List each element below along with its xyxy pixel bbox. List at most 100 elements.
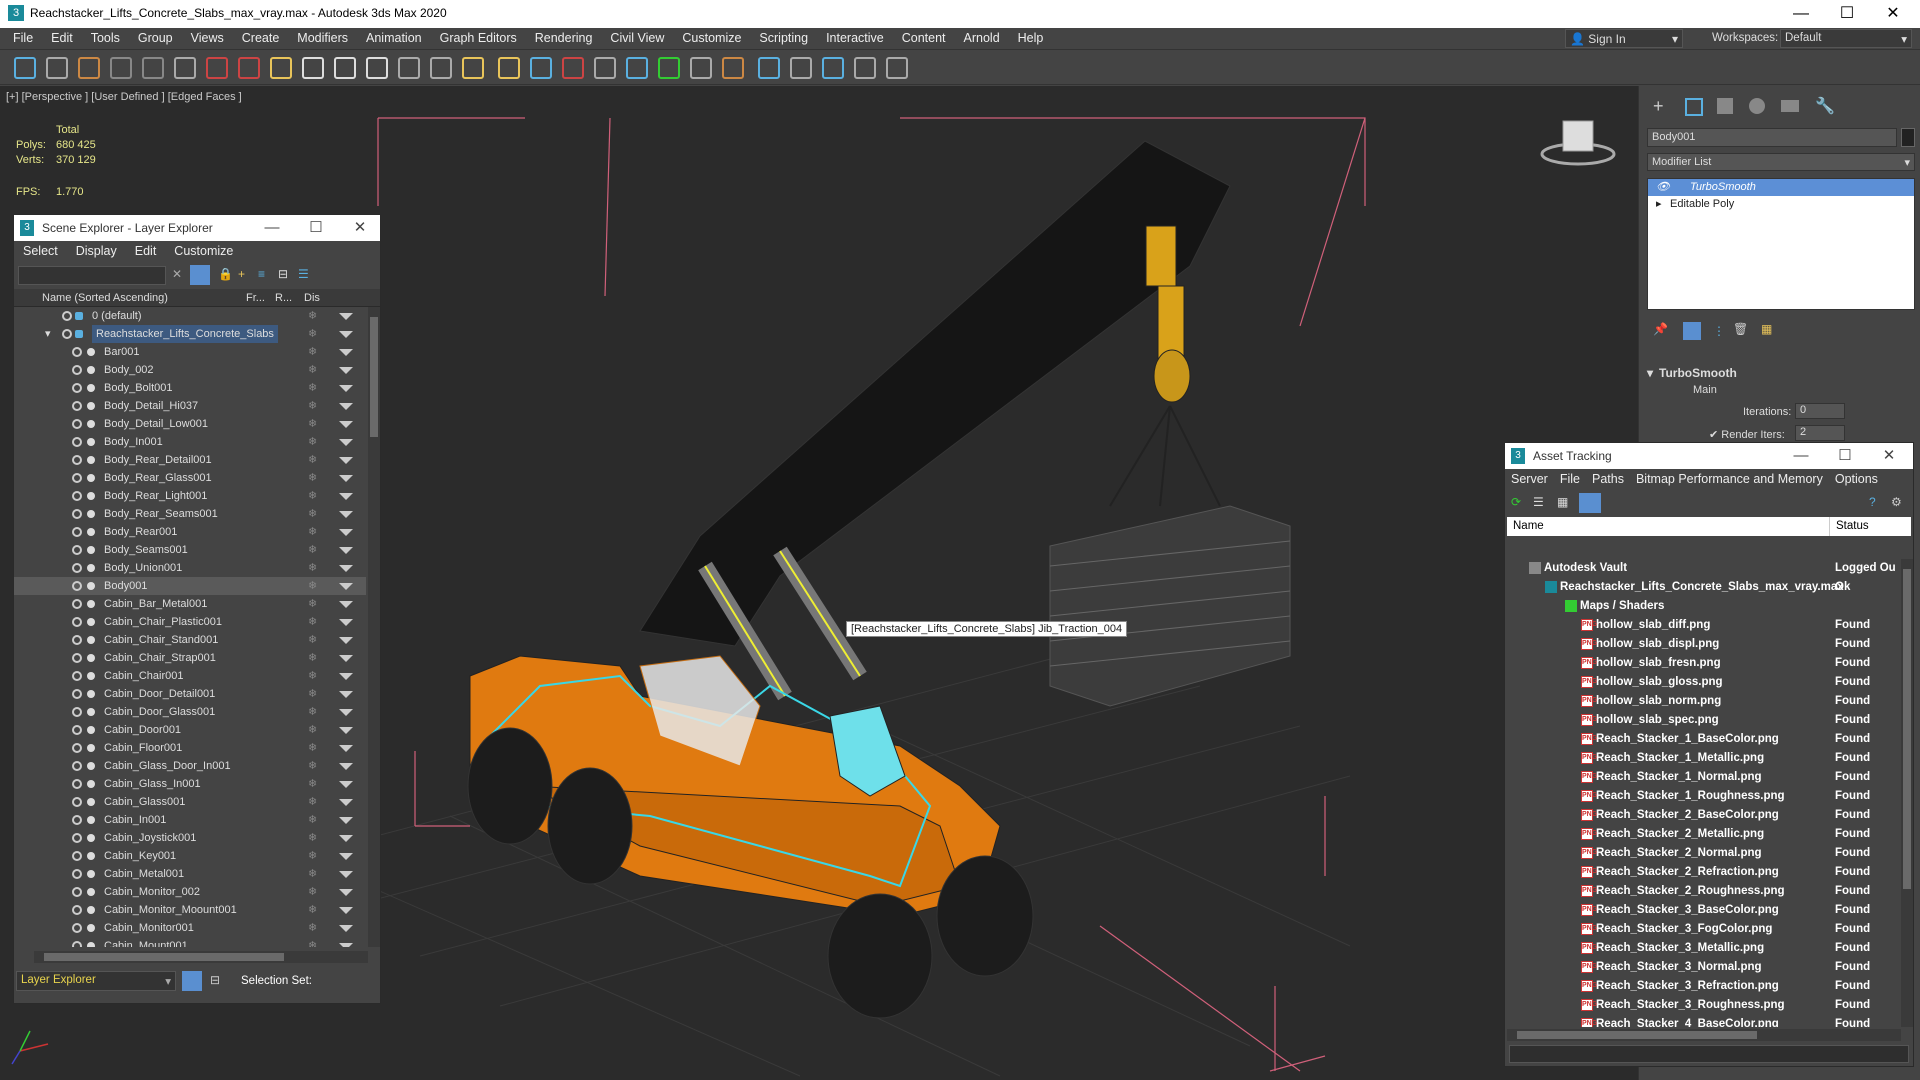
visibility-eye-icon[interactable] (72, 779, 82, 789)
expand-triangle-icon[interactable]: ▸ (1656, 196, 1662, 213)
menu-create[interactable]: Create (233, 28, 289, 48)
iterations-spinner[interactable]: 0 (1795, 403, 1845, 419)
asset-row[interactable]: PNGReach_Stacker_2_Metallic.png Found (1507, 825, 1901, 844)
renderable-icon[interactable] (339, 493, 353, 500)
modifier-list-dropdown[interactable]: Modifier List ▾ (1647, 153, 1915, 171)
menu-animation[interactable]: Animation (357, 28, 431, 48)
particle-icon[interactable] (594, 57, 616, 79)
renderable-icon[interactable] (339, 385, 353, 392)
scene-tree-row[interactable]: Body_Rear001 ❄ (14, 523, 366, 541)
hierarchy-tab-icon[interactable] (1717, 98, 1733, 114)
object-name-field[interactable]: Body001 (1647, 128, 1897, 147)
menu-modifiers[interactable]: Modifiers (288, 28, 357, 48)
freeze-icon[interactable]: ❄ (308, 775, 317, 793)
visibility-eye-icon[interactable] (72, 653, 82, 663)
expand-triangle-icon[interactable]: ▾ (45, 325, 51, 343)
renderable-icon[interactable] (339, 637, 353, 644)
renderable-icon[interactable] (339, 835, 353, 842)
freeze-icon[interactable]: ❄ (308, 325, 317, 343)
menu-help[interactable]: Help (1009, 28, 1053, 48)
scene-tree-row[interactable]: Body_002 ❄ (14, 361, 366, 379)
scene-tree-row[interactable]: Body_Rear_Light001 ❄ (14, 487, 366, 505)
asset-row[interactable]: PNGhollow_slab_spec.png Found (1507, 711, 1901, 730)
scene-explorer-titlebar[interactable]: 3 Scene Explorer - Layer Explorer — ☐ ✕ (14, 215, 380, 241)
visibility-eye-icon[interactable] (72, 815, 82, 825)
renderable-icon[interactable] (339, 799, 353, 806)
help-circle-icon[interactable] (854, 57, 876, 79)
new-layer-icon[interactable]: + (238, 267, 245, 281)
scene-tree-row[interactable]: Body_Detail_Low001 ❄ (14, 415, 366, 433)
table-view-icon[interactable] (1579, 493, 1601, 513)
freeze-icon[interactable]: ❄ (308, 613, 317, 631)
renderable-icon[interactable] (339, 331, 353, 338)
freeze-icon[interactable]: ❄ (308, 703, 317, 721)
plane-icon[interactable] (302, 57, 324, 79)
asset-row[interactable]: PNGReach_Stacker_2_Normal.png Found (1507, 844, 1901, 863)
renderable-icon[interactable] (339, 691, 353, 698)
render-setup-icon[interactable] (78, 57, 100, 79)
light-icon[interactable] (174, 57, 196, 79)
scene-tree-row[interactable]: Body_Bolt001 ❄ (14, 379, 366, 397)
teapot-icon[interactable] (206, 57, 228, 79)
scene-tree-row[interactable]: Body_Rear_Seams001 ❄ (14, 505, 366, 523)
asset-row[interactable]: PNGhollow_slab_fresn.png Found (1507, 654, 1901, 673)
modify-tab-icon[interactable] (1685, 98, 1703, 116)
asset-row[interactable]: PNGReach_Stacker_1_Normal.png Found (1507, 768, 1901, 787)
renderable-icon[interactable] (339, 313, 353, 320)
help-icon[interactable]: ? (1869, 495, 1876, 509)
asset-menu-bitmap-performance-and-memory[interactable]: Bitmap Performance and Memory (1636, 472, 1823, 486)
add-to-layer-icon[interactable]: ≡ (258, 267, 265, 281)
sphere-icon[interactable] (334, 57, 356, 79)
visibility-eye-icon[interactable] (72, 527, 82, 537)
lock-icon[interactable]: 🔒 (218, 267, 233, 281)
layers-icon[interactable]: ☰ (298, 267, 309, 281)
show-end-result-icon[interactable] (1683, 322, 1701, 340)
hierarchy-icon[interactable]: ⊟ (210, 973, 220, 987)
renderable-icon[interactable] (339, 655, 353, 662)
asset-row[interactable]: PNGhollow_slab_gloss.png Found (1507, 673, 1901, 692)
scene-tree-row[interactable]: Cabin_Monitor001 ❄ (14, 919, 366, 937)
scene-tree-row[interactable]: ▾ Reachstacker_Lifts_Concrete_Slabs ❄ (14, 325, 366, 343)
scene-tree-row[interactable]: Cabin_Glass_In001 ❄ (14, 775, 366, 793)
render-icon[interactable] (790, 57, 812, 79)
menu-arnold[interactable]: Arnold (955, 28, 1009, 48)
visibility-eye-icon[interactable] (72, 725, 82, 735)
maximize-button[interactable]: ☐ (294, 215, 338, 241)
visibility-eye-icon[interactable] (72, 869, 82, 879)
renderable-icon[interactable] (339, 403, 353, 410)
scene-tree-row[interactable]: Body_Union001 ❄ (14, 559, 366, 577)
renderable-icon[interactable] (339, 781, 353, 788)
scene-tree-row[interactable]: Cabin_Bar_Metal001 ❄ (14, 595, 366, 613)
renderable-icon[interactable] (339, 907, 353, 914)
freeze-icon[interactable]: ❄ (308, 883, 317, 901)
scene-menu-customize[interactable]: Customize (174, 244, 233, 258)
render-iters-checkbox[interactable]: ✔ Render Iters: (1709, 428, 1785, 441)
visibility-eye-icon[interactable] (62, 311, 72, 321)
close-button[interactable]: ✕ (1867, 443, 1911, 469)
renderable-icon[interactable] (339, 601, 353, 608)
freeze-icon[interactable]: ❄ (308, 865, 317, 883)
cone-icon[interactable] (398, 57, 420, 79)
scene-menu-display[interactable]: Display (76, 244, 117, 258)
visibility-eye-icon[interactable] (72, 599, 82, 609)
renderable-icon[interactable] (339, 853, 353, 860)
freeze-icon[interactable]: ❄ (308, 379, 317, 397)
view-cube-icon[interactable] (1540, 120, 1616, 166)
stack-item-turbosmooth[interactable]: 👁 TurboSmooth (1648, 179, 1914, 196)
freeze-icon[interactable]: ❄ (308, 667, 317, 685)
scene-tree-row[interactable]: Cabin_Door_Detail001 ❄ (14, 685, 366, 703)
render-iters-spinner[interactable]: 2 (1795, 425, 1845, 441)
menu-group[interactable]: Group (129, 28, 182, 48)
renderable-icon[interactable] (339, 367, 353, 374)
asset-row[interactable]: PNGReach_Stacker_3_FogColor.png Found (1507, 920, 1901, 939)
menu-tools[interactable]: Tools (82, 28, 129, 48)
asset-row[interactable]: PNGReach_Stacker_4_BaseColor.png Found (1507, 1015, 1901, 1027)
visibility-eye-icon[interactable] (72, 635, 82, 645)
visibility-eye-icon[interactable] (72, 761, 82, 771)
visibility-eye-icon[interactable] (72, 797, 82, 807)
close-button[interactable]: ✕ (338, 215, 382, 241)
visibility-eye-icon[interactable] (72, 671, 82, 681)
freeze-icon[interactable]: ❄ (308, 577, 317, 595)
freeze-icon[interactable]: ❄ (308, 487, 317, 505)
menu-interactive[interactable]: Interactive (817, 28, 893, 48)
